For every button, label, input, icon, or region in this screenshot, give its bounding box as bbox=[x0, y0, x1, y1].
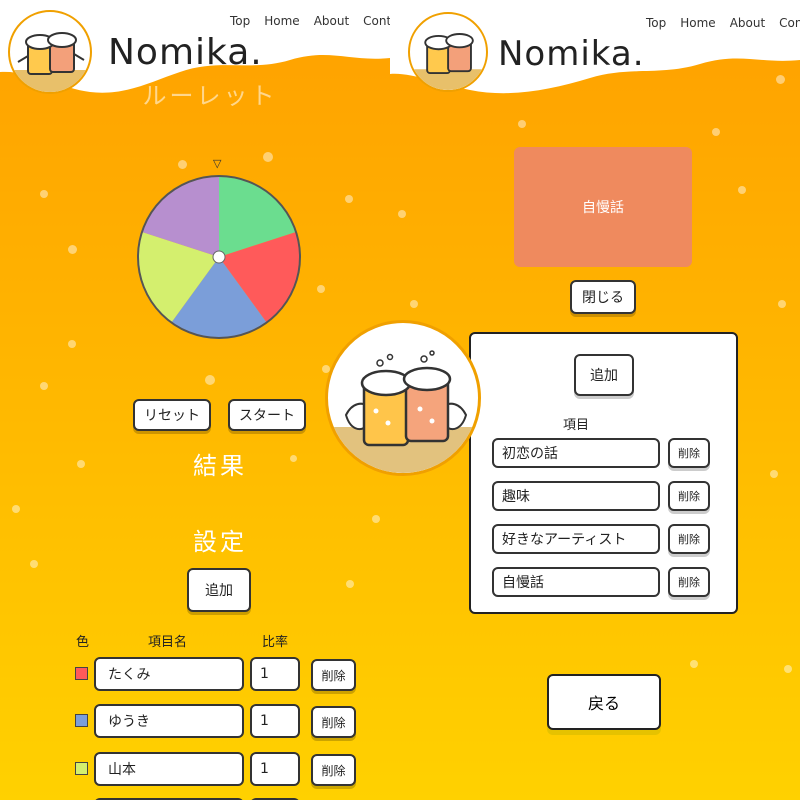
add-item-button[interactable]: 追加 bbox=[187, 568, 251, 612]
bubble bbox=[178, 160, 187, 169]
nav-top[interactable]: Top bbox=[646, 16, 666, 30]
delete-button[interactable]: 削除 bbox=[668, 524, 710, 554]
item-name-input[interactable]: 好きなアーティスト bbox=[492, 524, 660, 554]
bubble bbox=[770, 470, 778, 478]
delete-button[interactable]: 削除 bbox=[311, 706, 356, 738]
beer-toast-icon bbox=[328, 350, 478, 473]
item-name-input[interactable]: ゆうき bbox=[94, 704, 244, 738]
beer-mugs-icon bbox=[10, 32, 90, 92]
ratio-input[interactable]: 1 bbox=[250, 657, 300, 691]
nav-about[interactable]: About bbox=[730, 16, 765, 30]
bubble bbox=[372, 515, 380, 523]
add-item-button[interactable]: 追加 bbox=[574, 354, 634, 396]
bubble bbox=[346, 580, 354, 588]
bubble bbox=[40, 190, 48, 198]
result-heading: 結果 bbox=[193, 452, 247, 480]
ratio-input[interactable]: 1 bbox=[250, 752, 300, 786]
bubble bbox=[738, 186, 746, 194]
bubble bbox=[263, 152, 273, 162]
bubble bbox=[345, 195, 353, 203]
nav-menu: Top Home About Contac bbox=[646, 16, 800, 30]
roulette-wheel[interactable] bbox=[134, 172, 304, 342]
bubble bbox=[205, 375, 215, 385]
bubble bbox=[778, 300, 786, 308]
settings-heading: 設定 bbox=[193, 528, 247, 556]
start-button[interactable]: スタート bbox=[228, 399, 306, 431]
item-name-input[interactable]: 自慢話 bbox=[492, 567, 660, 597]
logo[interactable] bbox=[8, 10, 92, 94]
item-name-input[interactable]: たくみ bbox=[94, 657, 244, 691]
delete-button[interactable]: 削除 bbox=[668, 567, 710, 597]
brand-name[interactable]: Nomika. bbox=[498, 34, 645, 74]
reset-button[interactable]: リセット bbox=[133, 399, 211, 431]
color-swatch[interactable] bbox=[75, 667, 88, 680]
nav-home[interactable]: Home bbox=[680, 16, 715, 30]
delete-button[interactable]: 削除 bbox=[311, 754, 356, 786]
delete-button[interactable]: 削除 bbox=[311, 659, 356, 691]
bubble bbox=[40, 382, 48, 390]
bubble bbox=[712, 128, 720, 136]
items-heading: 項目 bbox=[563, 418, 590, 433]
bubble bbox=[518, 120, 526, 128]
bubble bbox=[317, 285, 325, 293]
result-card: 自慢話 bbox=[514, 147, 692, 267]
nav-about[interactable]: About bbox=[314, 14, 349, 28]
item-name-input[interactable]: 初恋の話 bbox=[492, 438, 660, 468]
column-name: 項目名 bbox=[148, 635, 188, 650]
bubble bbox=[410, 300, 418, 308]
delete-button[interactable]: 削除 bbox=[668, 481, 710, 511]
bubble bbox=[68, 340, 76, 348]
items-settings-box: 追加 項目 初恋の話 削除 趣味 削除 好きなアーティスト 削除 自慢話 削除 bbox=[469, 332, 738, 614]
nav-top[interactable]: Top bbox=[230, 14, 250, 28]
bubble bbox=[398, 210, 406, 218]
roulette-pointer: ▽ bbox=[213, 157, 222, 170]
item-name-input[interactable]: 山本 bbox=[94, 752, 244, 786]
bubble bbox=[784, 665, 792, 673]
ratio-input[interactable]: 1 bbox=[250, 704, 300, 738]
bubble bbox=[68, 245, 77, 254]
brand-name[interactable]: Nomika. bbox=[108, 32, 263, 73]
back-button[interactable]: 戻る bbox=[547, 674, 661, 730]
nav-contact[interactable]: Contac bbox=[779, 16, 800, 30]
bubble bbox=[290, 455, 297, 462]
wheel-hub bbox=[212, 250, 226, 264]
bubble bbox=[690, 660, 698, 668]
delete-button[interactable]: 削除 bbox=[668, 438, 710, 468]
color-swatch[interactable] bbox=[75, 762, 88, 775]
nav-contact[interactable]: Conta bbox=[363, 14, 390, 28]
color-swatch[interactable] bbox=[75, 714, 88, 727]
item-name-input[interactable]: 趣味 bbox=[492, 481, 660, 511]
nav-home[interactable]: Home bbox=[264, 14, 299, 28]
header: Nomika. Top Home About Conta bbox=[0, 0, 390, 110]
bubble bbox=[77, 460, 85, 468]
bubble bbox=[12, 505, 20, 513]
close-button[interactable]: 閉じる bbox=[570, 280, 636, 314]
center-logo bbox=[325, 320, 481, 476]
column-ratio: 比率 bbox=[262, 635, 289, 650]
column-color: 色 bbox=[76, 635, 90, 650]
bubble bbox=[30, 560, 38, 568]
nav-menu: Top Home About Conta bbox=[230, 14, 390, 28]
header: Nomika. Top Home About Contac bbox=[390, 0, 800, 110]
logo[interactable] bbox=[408, 12, 488, 92]
